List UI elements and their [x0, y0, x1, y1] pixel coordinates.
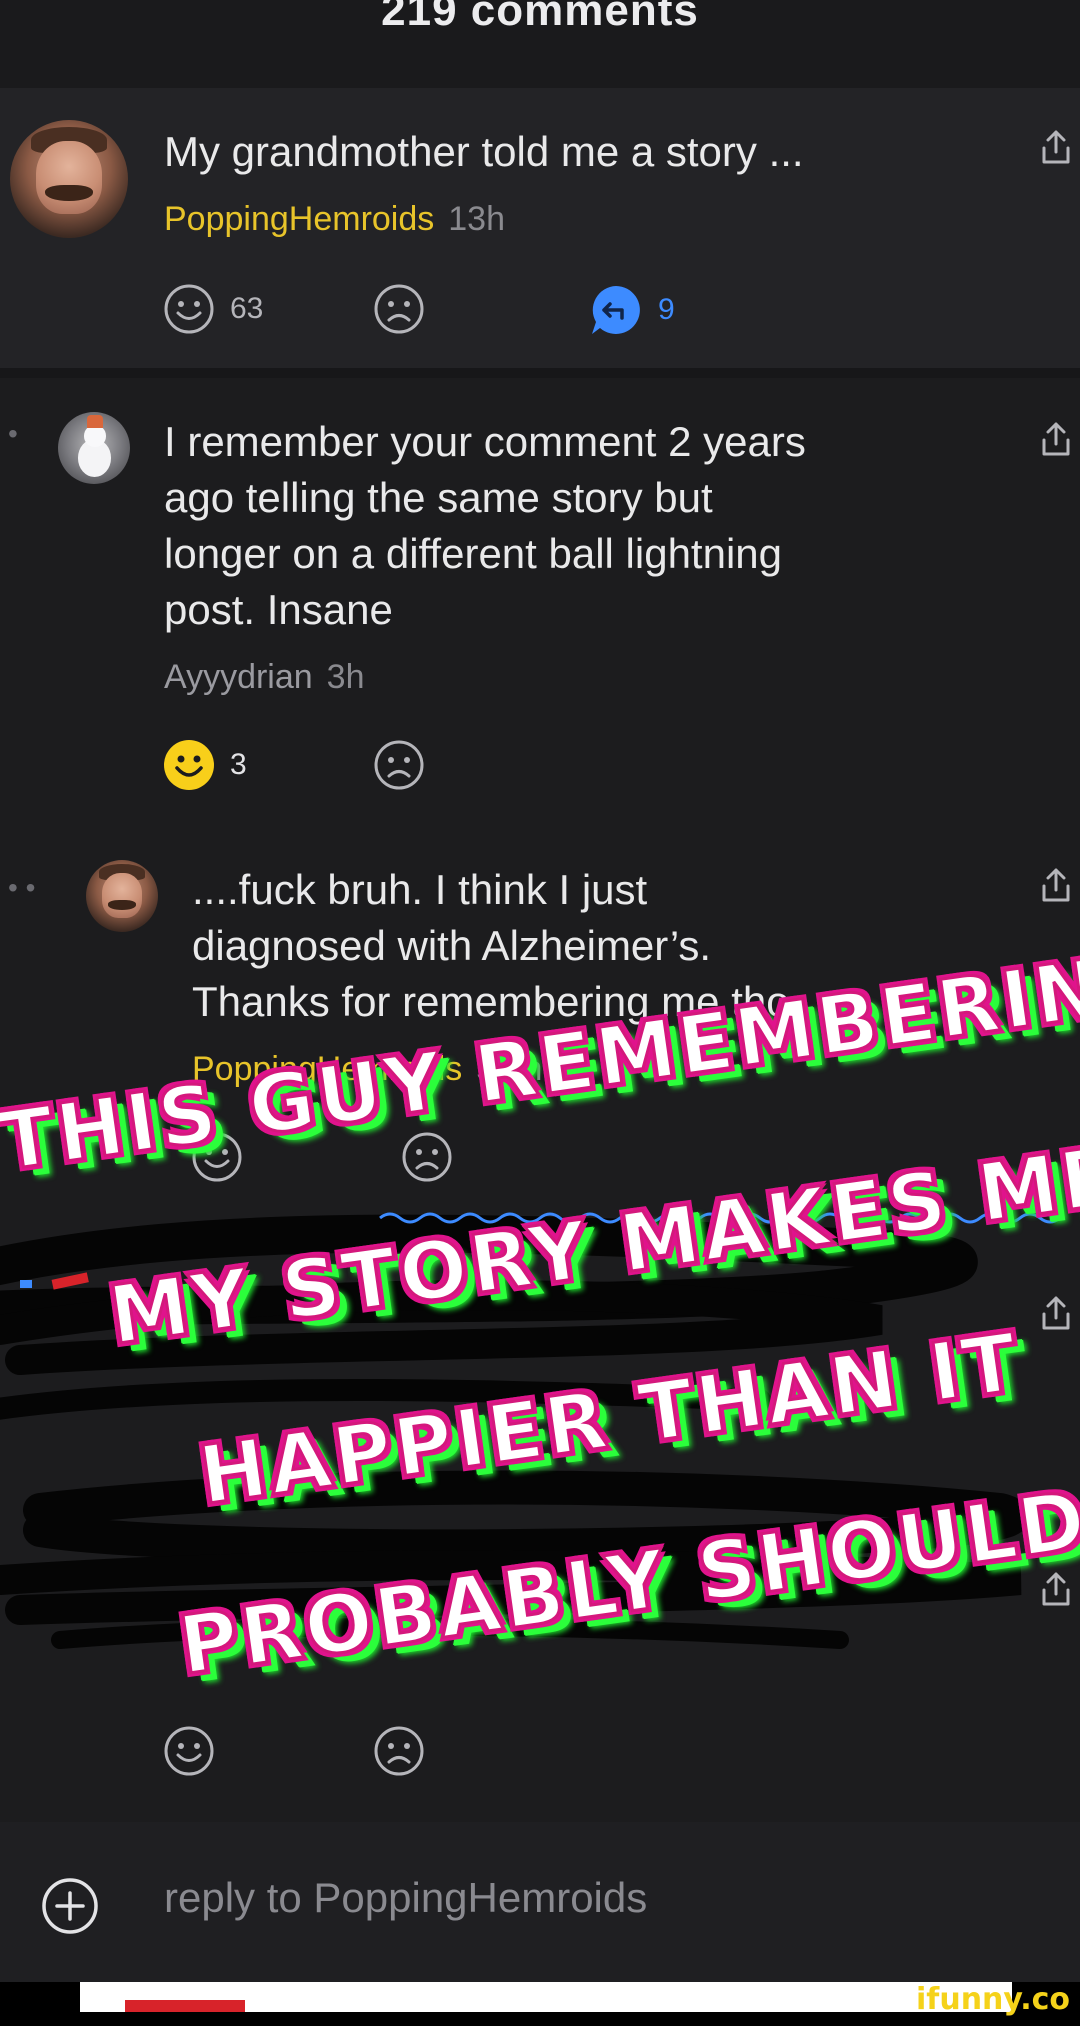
- avatar[interactable]: [86, 860, 158, 932]
- frown-icon: [374, 1726, 424, 1776]
- smile-icon: [164, 1726, 214, 1776]
- smile-button[interactable]: [190, 1130, 244, 1184]
- smile-icon: [164, 740, 214, 790]
- frown-icon: [402, 1132, 452, 1182]
- comment-time: 3h: [326, 658, 365, 696]
- comments-header: 219 comments: [0, 0, 1080, 88]
- comment-reply-hidden: [0, 1218, 1080, 1818]
- smile-button[interactable]: 3: [162, 738, 247, 792]
- comment-author[interactable]: Ayyydrian 3h: [164, 658, 365, 697]
- comment-main[interactable]: My grandmother told me a story ... Poppi…: [0, 88, 1080, 368]
- avatar[interactable]: [10, 120, 128, 238]
- thread-indicator: • •: [8, 872, 36, 903]
- add-attachment-icon[interactable]: [40, 1876, 100, 1936]
- frown-icon: [374, 740, 424, 790]
- share-icon[interactable]: [1038, 1294, 1074, 1334]
- share-icon[interactable]: [1038, 420, 1074, 460]
- smile-icon: [164, 284, 214, 334]
- comments-screen: 219 comments My grandmother told me a st…: [0, 0, 1080, 2026]
- comment-time: 55m: [476, 1050, 543, 1088]
- frown-button[interactable]: [400, 1130, 454, 1184]
- ad-banner[interactable]: [80, 1982, 1012, 2012]
- comment-author[interactable]: PoppingHemroids 13h: [164, 200, 505, 239]
- share-icon[interactable]: [1038, 128, 1074, 168]
- like-count: 3: [230, 748, 247, 781]
- smile-button[interactable]: 63: [162, 282, 263, 336]
- smile-icon: [192, 1132, 242, 1182]
- thread-indicator: •: [8, 418, 18, 449]
- share-icon[interactable]: [1038, 866, 1074, 906]
- divider: [0, 368, 1080, 378]
- author-name[interactable]: Ayyydrian: [164, 658, 313, 696]
- frown-button[interactable]: [372, 738, 426, 792]
- avatar[interactable]: [58, 412, 130, 484]
- author-name[interactable]: PoppingHemroids: [192, 1050, 462, 1088]
- reply-input[interactable]: reply to PoppingHemroids: [164, 1874, 647, 1922]
- comment-author[interactable]: PoppingHemroids 55m: [192, 1050, 542, 1089]
- like-count: 63: [230, 292, 264, 325]
- author-name[interactable]: PoppingHemroids: [164, 200, 434, 238]
- comment-time: 13h: [448, 200, 505, 238]
- comments-count-title: 219 comments: [381, 0, 699, 35]
- comment-reply[interactable]: • I remember your comment 2 years ago te…: [0, 378, 1080, 818]
- replies-button[interactable]: 9: [588, 282, 675, 338]
- share-icon[interactable]: [1038, 1570, 1074, 1610]
- comment-text: My grandmother told me a story ...: [164, 128, 804, 175]
- reply-composer[interactable]: reply to PoppingHemroids: [0, 1822, 1080, 1982]
- frown-button[interactable]: [372, 282, 426, 336]
- comment-reply[interactable]: • • ....fuck bruh. I think I just diagno…: [0, 818, 1080, 1218]
- frown-icon: [374, 284, 424, 334]
- frown-button[interactable]: [372, 1724, 426, 1778]
- bottom-banner: ifunny.co: [0, 1982, 1080, 2026]
- watermark: ifunny.co: [916, 1982, 1070, 2017]
- comment-text: ....fuck bruh. I think I just diagnosed …: [192, 866, 802, 1025]
- reply-count: 9: [658, 293, 675, 326]
- comment-text: I remember your comment 2 years ago tell…: [164, 418, 806, 633]
- smile-button[interactable]: [162, 1724, 216, 1778]
- reply-bubble-icon: [592, 286, 640, 334]
